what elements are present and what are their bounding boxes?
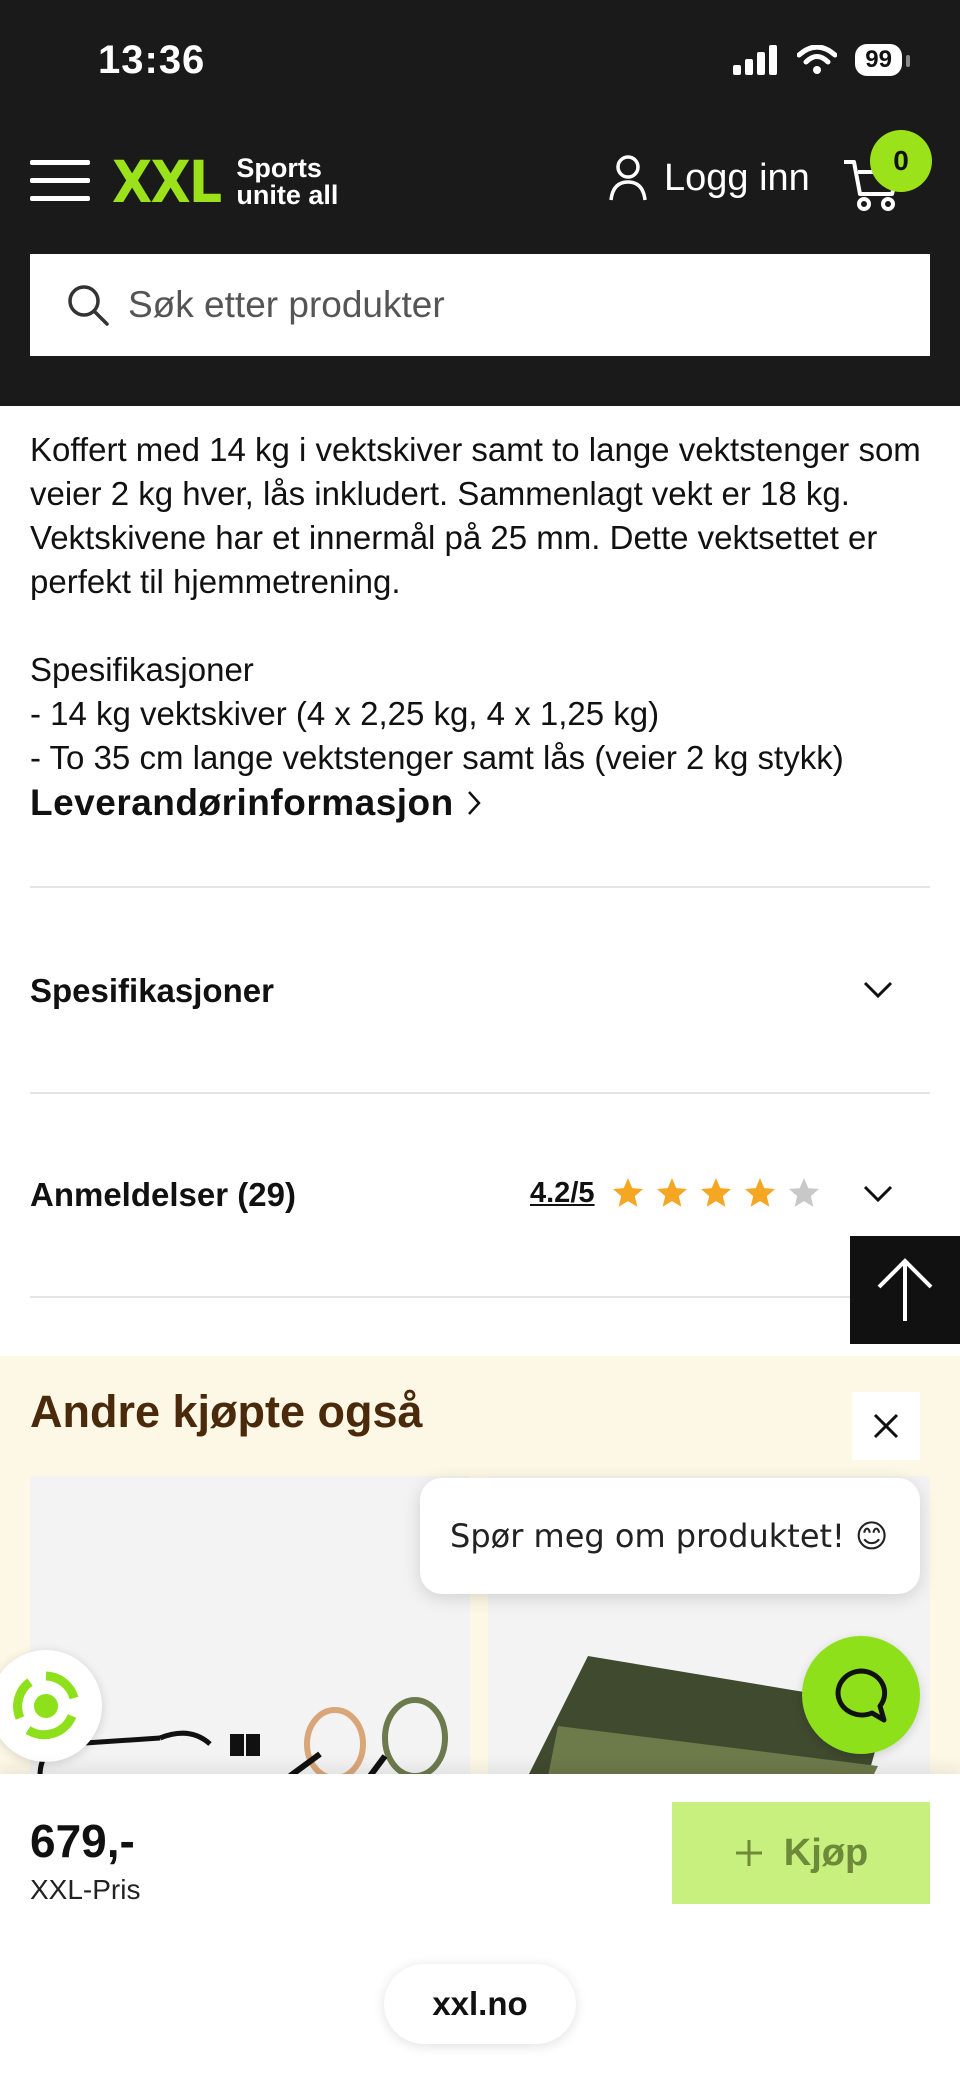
logo-tagline: Sports unite all bbox=[236, 155, 338, 209]
login-label: Logg inn bbox=[664, 156, 810, 199]
signal-icon bbox=[733, 45, 778, 75]
scroll-to-top-button[interactable] bbox=[850, 1236, 960, 1344]
spec-line: - To 35 cm lange vektstenger samt lås (v… bbox=[30, 739, 844, 776]
menu-button[interactable] bbox=[30, 158, 90, 202]
spec-line: - 14 kg vektskiver (4 x 2,25 kg, 4 x 1,2… bbox=[30, 695, 660, 732]
recycle-icon bbox=[13, 1671, 79, 1740]
menu-icon bbox=[30, 160, 90, 165]
chat-button[interactable] bbox=[802, 1636, 920, 1754]
reviews-accordion[interactable]: Anmeldelser (29) bbox=[30, 1176, 296, 1214]
rating-text[interactable]: 4.2/5 bbox=[530, 1177, 595, 1210]
description-text: Koffert med 14 kg i vektskiver samt to l… bbox=[30, 431, 921, 600]
chat-prompt-bubble[interactable]: Spør meg om produktet! 😊 bbox=[420, 1478, 920, 1594]
price-label: XXL-Pris bbox=[30, 1874, 141, 1905]
arrow-up-icon bbox=[877, 1258, 933, 1321]
close-button[interactable] bbox=[852, 1392, 920, 1460]
plus-icon bbox=[735, 1840, 762, 1866]
logo-tagline-line-2: unite all bbox=[236, 180, 339, 210]
divider bbox=[30, 886, 930, 888]
star-full-icon bbox=[656, 1178, 687, 1207]
search-placeholder: Søk etter produkter bbox=[128, 284, 445, 325]
divider bbox=[30, 1092, 930, 1094]
battery-indicator: 99 bbox=[855, 44, 910, 76]
user-icon bbox=[609, 155, 647, 201]
menu-icon-line bbox=[30, 178, 90, 183]
star-full-icon bbox=[612, 1178, 643, 1207]
logo-wordmark: XXL bbox=[112, 148, 222, 216]
star-full-icon bbox=[744, 1178, 775, 1207]
app-header: 13:36 99 XXL Sports unite all Logg inn 0… bbox=[0, 0, 960, 406]
xxl-logo[interactable]: XXL Sports unite all bbox=[112, 148, 338, 216]
recommendations-title: Andre kjøpte også bbox=[30, 1386, 423, 1437]
chevron-down-icon[interactable] bbox=[862, 1184, 894, 1204]
price: 679,- bbox=[30, 1815, 135, 1867]
search-input[interactable]: Søk etter produkter bbox=[30, 254, 930, 356]
purchase-bar: 679,- XXL-Pris Kjøp bbox=[0, 1774, 960, 1934]
browser-toolbar: xxl.no bbox=[0, 1934, 960, 2078]
close-icon bbox=[873, 1413, 899, 1439]
supplier-info-label: Leverandørinformasjon bbox=[30, 782, 454, 823]
chat-icon bbox=[835, 1668, 888, 1723]
search-icon bbox=[68, 285, 109, 326]
menu-icon-line bbox=[30, 196, 90, 201]
logo-tagline-line-1: Sports bbox=[236, 153, 322, 183]
supplier-info-link[interactable]: Leverandørinformasjon bbox=[30, 782, 482, 824]
rating-summary[interactable]: 4.2/5 bbox=[530, 1176, 821, 1210]
divider bbox=[30, 1296, 930, 1298]
star-empty-icon bbox=[788, 1178, 819, 1207]
address-bar[interactable]: xxl.no bbox=[384, 1964, 576, 2044]
product-description: Koffert med 14 kg i vektskiver samt to l… bbox=[30, 428, 940, 780]
buy-label: Kjøp bbox=[783, 1831, 869, 1874]
star-full-icon bbox=[700, 1178, 731, 1207]
specifications-accordion[interactable]: Spesifikasjoner bbox=[30, 972, 274, 1010]
status-indicators: 99 bbox=[733, 44, 910, 76]
spec-heading: Spesifikasjoner bbox=[30, 651, 254, 688]
status-time: 13:36 bbox=[98, 38, 206, 82]
chevron-down-icon[interactable] bbox=[862, 980, 894, 1000]
chevron-right-icon bbox=[467, 791, 481, 815]
login-button[interactable]: Logg inn bbox=[608, 154, 810, 202]
cart-count-badge: 0 bbox=[870, 130, 932, 192]
wifi-icon bbox=[797, 45, 838, 74]
buy-button[interactable]: Kjøp bbox=[672, 1802, 930, 1904]
